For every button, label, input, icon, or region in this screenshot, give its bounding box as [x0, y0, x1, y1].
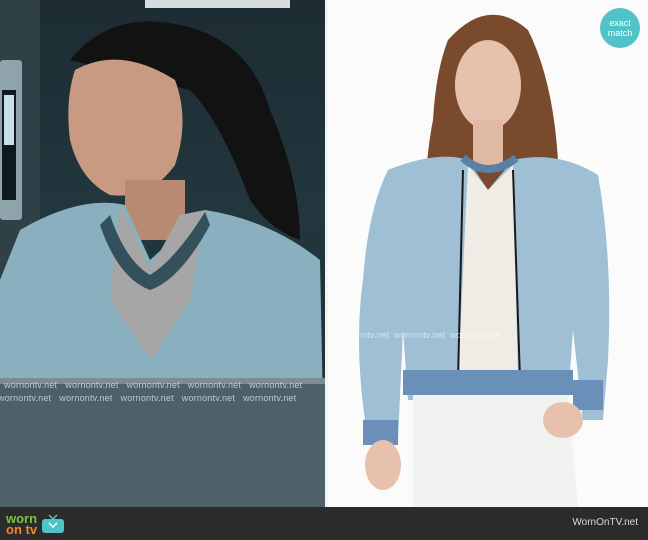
- product-photo-panel: wornontv.net wornontv.net wornontv.net e…: [328, 0, 648, 507]
- tv-still-panel: wornontv.net wornontv.net wornontv.net worn…: [0, 0, 325, 507]
- badge-line-2: match: [607, 28, 633, 38]
- tv-still-image: [0, 0, 325, 507]
- exact-match-badge: exact match: [600, 8, 640, 48]
- badge-line-1: exact: [609, 18, 631, 28]
- footer-bar: worn on tv WornOnTV.net: [0, 507, 648, 540]
- brand-bottom: on tv: [6, 522, 38, 537]
- watermark-row-1: wornontv.net wornontv.net wornontv.net worn…: [4, 380, 303, 390]
- watermark-row-2: wornontv.net wornontv.net wornontv.net worn…: [0, 393, 297, 403]
- site-credit: WornOnTV.net: [572, 517, 638, 528]
- watermark-right-row: wornontv.net wornontv.net wornontv.net: [338, 330, 501, 340]
- brand-logo[interactable]: worn on tv: [6, 512, 65, 536]
- tv-icon: [42, 514, 65, 533]
- brand-wordmark: worn on tv: [6, 512, 38, 537]
- product-photo-image: [359, 14, 610, 507]
